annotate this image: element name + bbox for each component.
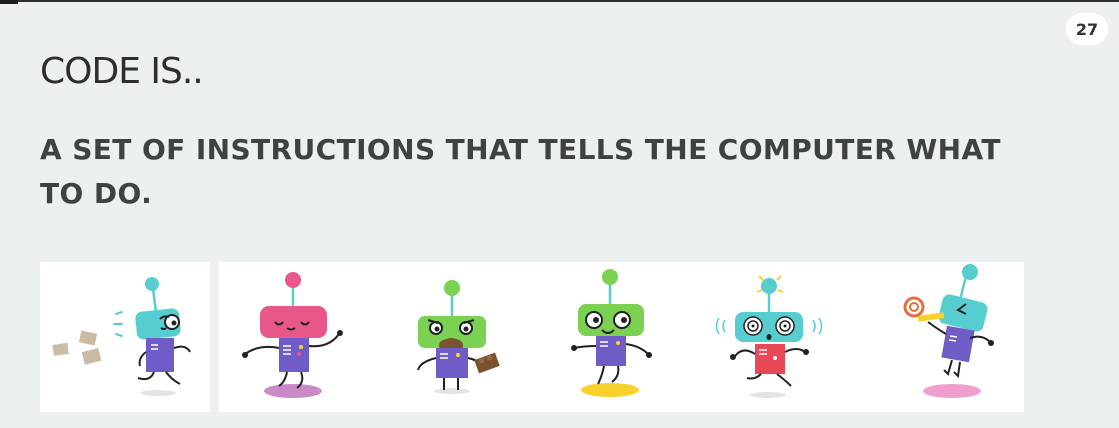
robot-eating-icon [417,280,500,394]
robot-running-icon [52,277,191,396]
illustration-card [854,262,1024,412]
illustration-card [219,262,389,412]
illustration-card [378,262,548,412]
page-number-badge: 27 [1066,13,1108,45]
illustration-card [40,262,210,412]
slide-title: CODE IS.. [40,51,204,92]
top-border [0,0,1119,2]
robot-party-icon [903,264,994,398]
robot-walking-icon [571,269,652,397]
top-border-accent [0,0,18,4]
robot-dizzy-icon [715,275,823,398]
illustration-card [536,262,706,412]
slide-subtitle: A SET OF INSTRUCTIONS THAT TELLS THE COM… [40,133,1001,210]
illustration-card [695,262,865,412]
robot-dancing-icon [242,272,343,398]
